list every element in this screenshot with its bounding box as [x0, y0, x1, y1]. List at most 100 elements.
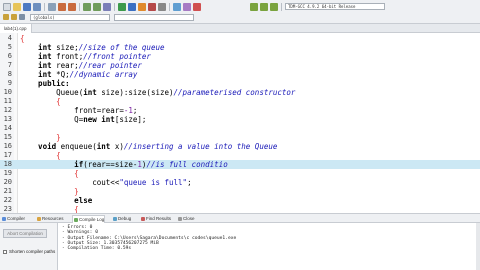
editor-tab-strip: lab4(1).cpp — [0, 24, 480, 33]
toolbar-separator — [114, 3, 115, 11]
rebuild-icon[interactable] — [148, 3, 156, 11]
code-text: { — [20, 97, 61, 106]
stop-icon[interactable] — [193, 3, 201, 11]
code-line[interactable]: 16 void enqueue(int x)//inserting a valu… — [0, 142, 480, 151]
line-number: 23 — [3, 205, 12, 213]
print-icon[interactable] — [48, 3, 56, 11]
line-number: 6 — [7, 52, 12, 60]
find-results-icon — [141, 217, 145, 221]
compile-options-panel: Abort Compilation Shorten compiler paths — [0, 223, 58, 270]
line-number: 16 — [3, 142, 12, 150]
code-text: public: — [20, 79, 70, 88]
line-number: 12 — [3, 106, 12, 114]
toggle-bookmark-icon[interactable] — [260, 3, 268, 11]
code-text: cout<<"queue is full"; — [20, 178, 192, 187]
line-number: 13 — [3, 115, 12, 123]
toggle-comment-icon[interactable] — [19, 14, 25, 20]
code-text: { — [20, 151, 61, 160]
toolbar-separator — [79, 3, 80, 11]
compiler-select[interactable]: TDM-GCC 4.9.2 64-bit Release — [285, 3, 385, 10]
log-scrollbar[interactable] — [476, 223, 480, 270]
code-line[interactable]: 6 int front;//front pointer — [0, 52, 480, 61]
code-line[interactable]: 23 { — [0, 205, 480, 213]
code-line[interactable]: 20 cout<<"queue is full"; — [0, 178, 480, 187]
code-text: } — [20, 133, 61, 142]
report-tab-label: Compiler — [7, 216, 26, 221]
code-line[interactable]: 17 { — [0, 151, 480, 160]
code-line[interactable]: 5 int size;//size of the queue — [0, 43, 480, 52]
line-number: 8 — [7, 70, 12, 78]
report-tab-label: Find Results — [146, 216, 172, 221]
code-line[interactable]: 14 — [0, 124, 480, 133]
code-line[interactable]: 12 front=rear=-1; — [0, 106, 480, 115]
code-line[interactable]: 4{ — [0, 34, 480, 43]
close-icon — [178, 217, 182, 221]
globals-select[interactable]: (globals) — [30, 14, 110, 21]
code-text: { — [20, 205, 79, 213]
line-number: 21 — [3, 187, 12, 195]
open-folder-icon[interactable] — [13, 3, 21, 11]
line-number: 10 — [3, 88, 12, 96]
line-number: 5 — [7, 43, 12, 51]
code-line[interactable]: 8 int *Q;//dynamic array — [0, 70, 480, 79]
compile-log-icon — [74, 218, 78, 222]
code-text: int front;//front pointer — [20, 52, 151, 61]
code-text: int rear;//rear pointer — [20, 61, 142, 70]
replace-icon[interactable] — [93, 3, 101, 11]
code-line[interactable]: 10 Queue(int size):size(size)//parameter… — [0, 88, 480, 97]
goto-bookmark-icon[interactable] — [270, 3, 278, 11]
code-line[interactable]: 21 } — [0, 187, 480, 196]
code-line[interactable]: 9 public: — [0, 79, 480, 88]
goto-line-icon[interactable] — [103, 3, 111, 11]
code-text: } — [20, 187, 79, 196]
debug-icon[interactable] — [158, 3, 166, 11]
code-line[interactable]: 13 Q=new int[size]; — [0, 115, 480, 124]
redo-icon[interactable] — [68, 3, 76, 11]
report-tab-compile-log[interactable]: Compile Log — [72, 215, 106, 223]
code-line[interactable]: 15 } — [0, 133, 480, 142]
new-project-icon[interactable] — [173, 3, 181, 11]
toolbar-separator — [44, 3, 45, 11]
code-line[interactable]: 7 int rear;//rear pointer — [0, 61, 480, 70]
new-file-icon[interactable] — [3, 3, 11, 11]
code-editor[interactable]: 4{5 int size;//size of the queue 6 int fr… — [0, 33, 480, 213]
class-browser-icon[interactable] — [183, 3, 191, 11]
code-line[interactable]: 22 else — [0, 196, 480, 205]
code-line[interactable]: 18 if(rear==size-1)//is full conditio — [0, 160, 480, 169]
report-tab-debug[interactable]: Debug — [112, 215, 131, 223]
line-number: 15 — [3, 133, 12, 141]
code-line[interactable]: 11 { — [0, 97, 480, 106]
line-number: 17 — [3, 151, 12, 159]
find-icon[interactable] — [83, 3, 91, 11]
members-select[interactable] — [114, 14, 194, 21]
shorten-paths-row[interactable]: Shorten compiler paths — [3, 249, 55, 255]
code-text: front=rear=-1; — [20, 106, 138, 115]
file-tab[interactable]: lab4(1).cpp — [0, 24, 32, 33]
unindent-icon[interactable] — [11, 14, 17, 20]
shorten-paths-checkbox[interactable] — [3, 249, 7, 254]
debug-icon — [113, 217, 117, 221]
report-tab-compiler[interactable]: Compiler — [1, 215, 25, 223]
line-number: 20 — [3, 178, 12, 186]
abort-compilation-button[interactable]: Abort Compilation — [3, 229, 47, 238]
insert-icon[interactable] — [250, 3, 258, 11]
save-all-icon[interactable] — [33, 3, 41, 11]
report-tab-label: Resources — [42, 216, 64, 221]
run-icon[interactable] — [128, 3, 136, 11]
report-tab-find-results[interactable]: Find Results — [140, 215, 171, 223]
code-line[interactable]: 19 { — [0, 169, 480, 178]
compile-icon[interactable] — [118, 3, 126, 11]
toolbar: TDM-GCC 4.9.2 64-bit Release (globals) — [0, 0, 480, 24]
undo-icon[interactable] — [58, 3, 66, 11]
code-text: { — [20, 169, 79, 178]
report-tab-label: Close — [183, 216, 195, 221]
indent-icon[interactable] — [3, 14, 9, 20]
report-tab-resources[interactable]: Resources — [36, 215, 64, 223]
compile-run-icon[interactable] — [138, 3, 146, 11]
line-number: 9 — [7, 79, 12, 87]
line-number: 4 — [7, 34, 12, 42]
line-number: 11 — [3, 97, 12, 105]
report-tab-close[interactable]: Close — [177, 215, 195, 223]
toolbar-separator — [281, 3, 282, 11]
save-icon[interactable] — [23, 3, 31, 11]
